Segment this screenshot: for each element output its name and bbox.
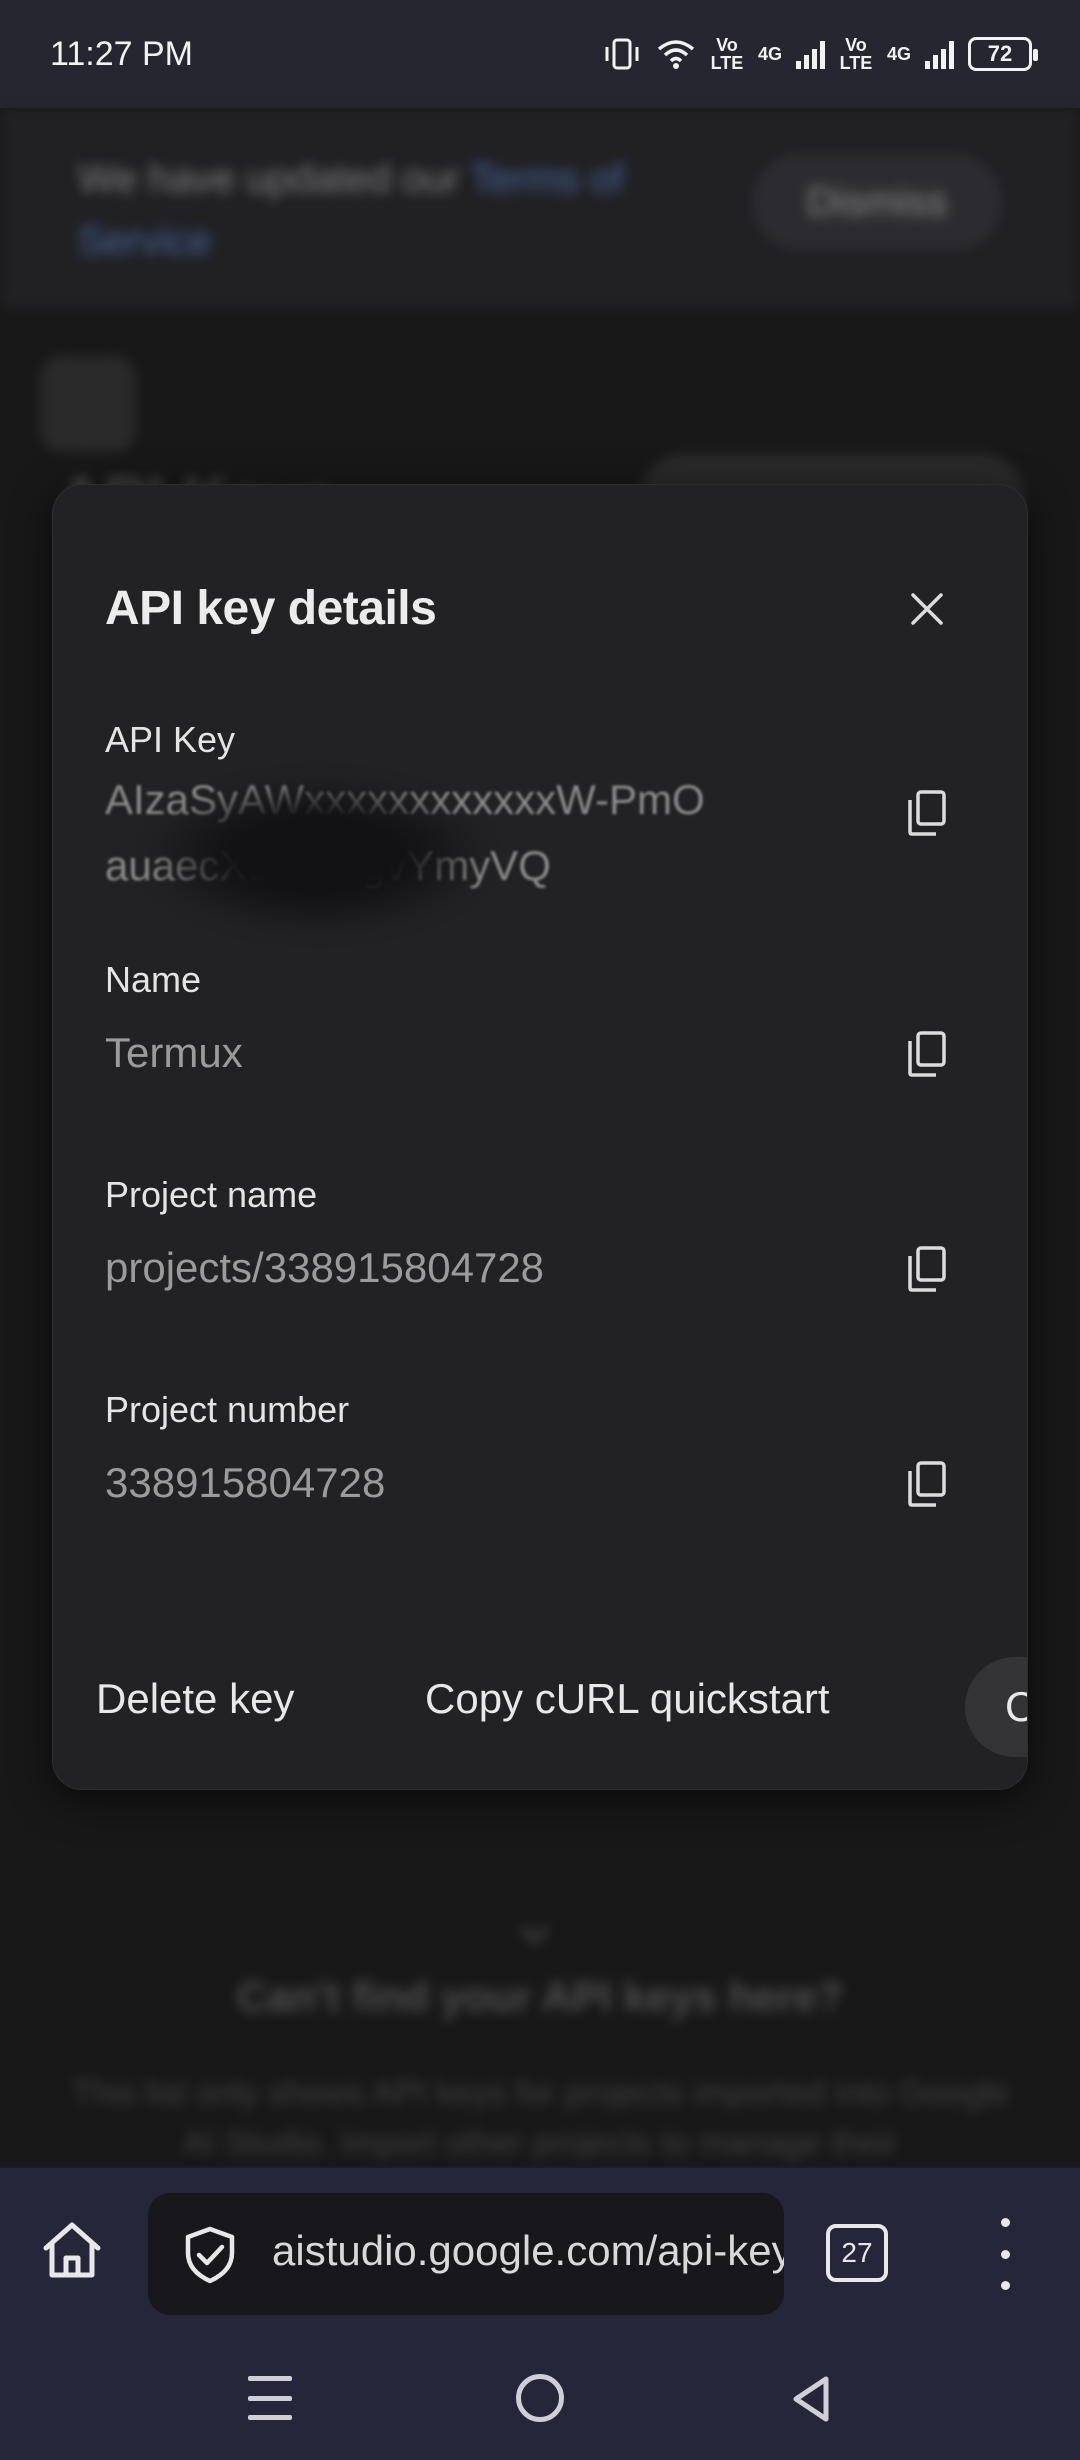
dialog-actions: Delete key Copy cURL quickstart C <box>53 1657 1027 1757</box>
signal-strength-icon-1 <box>795 39 825 69</box>
chevron-down-icon: ⌄ <box>505 1880 564 1958</box>
network-type-1: 4G <box>757 44 782 64</box>
api-key-details-dialog: API key details API Key AIzaSyAWxxxxxxxx… <box>52 484 1028 1790</box>
copy-icon <box>908 1461 946 1507</box>
tab-count: 27 <box>841 2237 873 2268</box>
browser-toolbar: aistudio.google.com/api-keys 27 <box>0 2166 1080 2338</box>
name-value: Termux <box>105 1029 243 1076</box>
battery-level: 72 <box>987 41 1013 66</box>
status-time: 11:27 PM <box>50 34 194 73</box>
copy-icon <box>908 790 946 836</box>
cant-find-description: This list only shows API keys for projec… <box>71 2074 1009 2162</box>
dialog-title: API key details <box>105 582 437 635</box>
address-bar[interactable]: aistudio.google.com/api-keys <box>148 2193 784 2315</box>
cant-find-title: Can't find your API keys here? <box>237 1973 843 2020</box>
wifi-icon <box>657 40 695 69</box>
back-button[interactable] <box>788 2374 836 2424</box>
browser-menu-button[interactable] <box>990 2218 1020 2290</box>
system-nav-bar <box>0 2338 1080 2460</box>
menu-dot <box>1000 2249 1010 2259</box>
terms-banner-text: We have updated our Terms of Service <box>78 157 624 263</box>
project-number-value: 338915804728 <box>105 1459 386 1506</box>
menu-dot <box>1000 2281 1010 2290</box>
status-bar: 11:27 PM Vo LTE 4G Vo LTE 4G 72 <box>0 0 1080 108</box>
battery-icon: 72 <box>968 37 1038 71</box>
delete-key-button[interactable]: Delete key <box>96 1675 294 1723</box>
home-icon <box>43 2222 101 2278</box>
volte-indicator-2: Vo LTE <box>839 35 873 73</box>
copy-icon <box>908 1031 946 1077</box>
tab-switcher-button[interactable]: 27 <box>826 2224 888 2282</box>
copy-name-button[interactable] <box>899 1026 955 1082</box>
menu-dot <box>1000 2218 1010 2227</box>
copy-project-name-button[interactable] <box>899 1241 955 1297</box>
shield-check-icon[interactable] <box>180 2225 240 2285</box>
project-name-label: Project name <box>105 1174 318 1215</box>
api-key-label: API Key <box>105 719 236 760</box>
url-text: aistudio.google.com/api-keys <box>272 2227 784 2274</box>
name-label: Name <box>105 959 202 1000</box>
status-icons: Vo LTE 4G Vo LTE 4G 72 <box>602 35 1038 73</box>
copy-api-key-button[interactable] <box>899 785 955 841</box>
browser-home-button[interactable] <box>36 2214 108 2286</box>
dismiss-button[interactable]: Dismiss <box>752 154 1002 250</box>
screen: 11:27 PM Vo LTE 4G Vo LTE 4G 72 We have … <box>0 0 1080 2460</box>
copy-project-number-button[interactable] <box>899 1456 955 1512</box>
volte-indicator-1: Vo LTE <box>710 35 744 73</box>
close-icon <box>911 593 943 625</box>
close-button[interactable] <box>897 579 957 639</box>
home-nav-button[interactable] <box>516 2374 564 2422</box>
redaction-smudge <box>143 775 493 935</box>
terms-banner: We have updated our Terms of Service Dis… <box>0 108 1080 308</box>
project-number-label: Project number <box>105 1389 350 1430</box>
signal-strength-icon-2 <box>925 39 954 69</box>
copy-key-button[interactable]: C <box>965 1657 1027 1757</box>
vibrate-icon <box>605 38 639 70</box>
copy-icon <box>908 1246 946 1292</box>
recents-button[interactable] <box>248 2376 292 2420</box>
copy-curl-quickstart-button[interactable]: Copy cURL quickstart <box>425 1675 830 1723</box>
project-name-value: projects/338915804728 <box>105 1244 545 1291</box>
sidebar-toggle-button[interactable] <box>40 356 136 452</box>
network-type-2: 4G <box>886 44 911 64</box>
